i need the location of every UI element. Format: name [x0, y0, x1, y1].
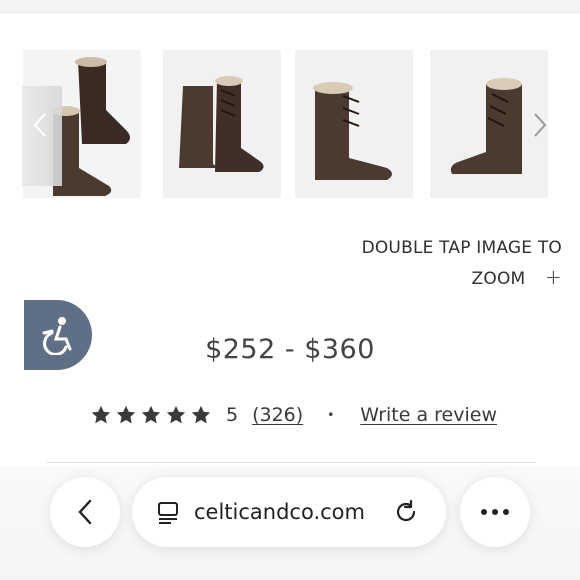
- zoom-hint-line1: DOUBLE TAP IMAGE TO: [361, 238, 562, 258]
- star-rating: [90, 404, 212, 426]
- reload-icon[interactable]: [393, 499, 419, 525]
- star-icon: [191, 405, 211, 424]
- thumbnail-2[interactable]: [163, 50, 281, 198]
- zoom-hint-line2: ZOOM: [471, 269, 526, 289]
- write-review-link[interactable]: Write a review: [360, 404, 497, 426]
- star-icon: [141, 405, 161, 424]
- zoom-plus-icon[interactable]: +: [545, 263, 562, 292]
- chevron-left-icon: [78, 499, 92, 525]
- star-icon: [116, 405, 136, 424]
- separator-dot: •: [327, 408, 335, 422]
- product-price: $252 - $360: [205, 334, 375, 365]
- rating-value: 5: [226, 404, 239, 426]
- address-bar[interactable]: celticandco.com: [132, 477, 446, 547]
- back-button[interactable]: [50, 477, 120, 547]
- boot-side-image: [163, 50, 281, 198]
- url-text[interactable]: celticandco.com: [194, 500, 365, 524]
- divider: [46, 462, 536, 463]
- more-button[interactable]: [460, 477, 530, 547]
- more-icon: [481, 509, 509, 515]
- chevron-left-icon: [33, 113, 46, 137]
- image-carousel[interactable]: [0, 50, 580, 200]
- carousel-prev-button[interactable]: [28, 110, 52, 140]
- rating-row: 5 (326) • Write a review: [90, 400, 497, 430]
- carousel-next-button[interactable]: [528, 110, 552, 140]
- page-menu-icon[interactable]: [156, 500, 180, 524]
- boot-front-image: [295, 50, 413, 198]
- star-icon: [91, 405, 111, 424]
- chevron-right-icon: [534, 113, 547, 137]
- top-band: [0, 0, 580, 14]
- zoom-hint[interactable]: DOUBLE TAP IMAGE TO ZOOM +: [302, 234, 562, 294]
- review-count-link[interactable]: (326): [252, 404, 303, 426]
- thumbnail-3[interactable]: [295, 50, 413, 198]
- star-icon: [166, 405, 186, 424]
